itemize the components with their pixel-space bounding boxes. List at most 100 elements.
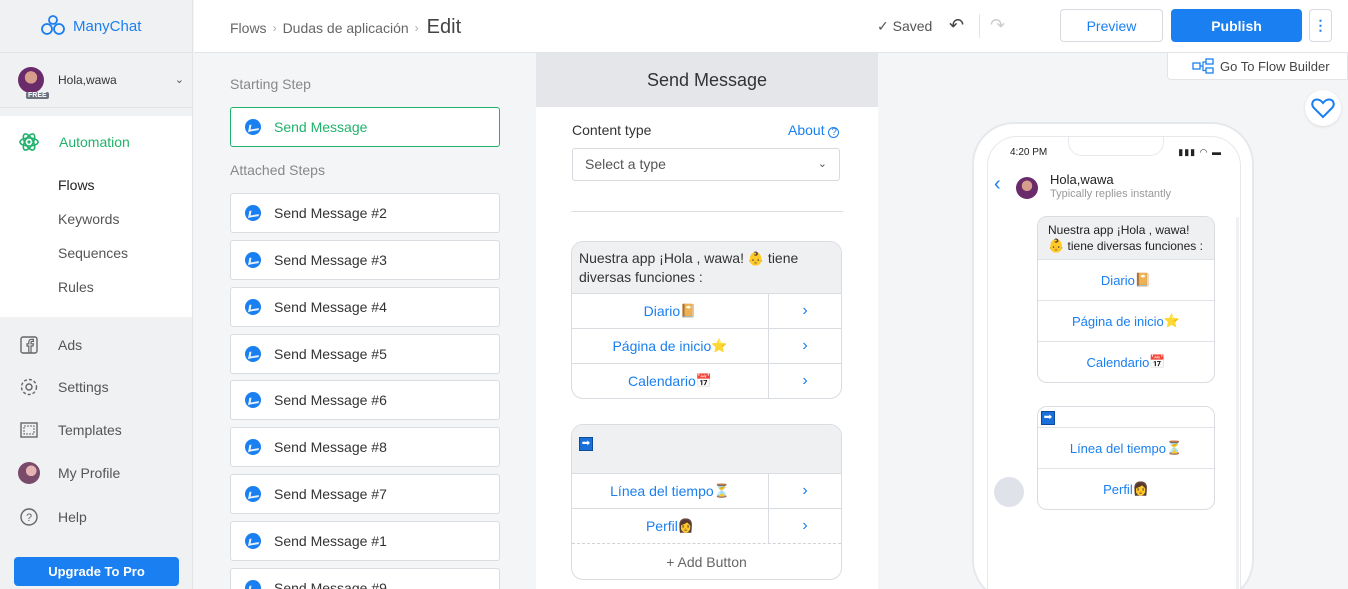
profile-avatar [18, 462, 40, 484]
chat-button[interactable]: Línea del tiempo ⏳ [1038, 427, 1214, 468]
more-options-icon[interactable]: ⋮ [1309, 9, 1332, 42]
sidebar-item-help[interactable]: ? Help [0, 500, 192, 534]
breadcrumb-flow-name[interactable]: Dudas de aplicación [283, 20, 409, 36]
add-button[interactable]: + Add Button [572, 543, 841, 579]
chevron-right-icon[interactable]: › [769, 474, 841, 508]
publish-button[interactable]: Publish [1171, 9, 1302, 42]
message-text-part: tiene diversas funciones : [1064, 239, 1203, 253]
message-button[interactable]: Página de inicio ⭐ › [572, 328, 841, 363]
go-to-flow-builder-button[interactable]: Go To Flow Builder [1167, 53, 1348, 80]
account-switcher[interactable]: FREE Hola,wawa ⌄ [0, 53, 192, 108]
chevron-right-icon: › [414, 20, 419, 35]
chat-button[interactable]: Página de inicio ⭐ [1038, 300, 1214, 341]
top-bar: Flows › Dudas de aplicación › Edit ✓ Sav… [194, 0, 1348, 53]
about-link[interactable]: About ? [788, 122, 840, 138]
save-status-label: Saved [892, 18, 933, 34]
attached-step[interactable]: Send Message #6 [230, 380, 500, 420]
flow-builder-icon [1192, 58, 1214, 74]
notebook-emoji: 📔 [680, 303, 697, 318]
baby-emoji: 👶 [1048, 238, 1065, 253]
starting-step-label: Starting Step [230, 76, 311, 92]
manychat-logo-icon [41, 15, 65, 35]
message-button[interactable]: Calendario 📅 › [572, 363, 841, 398]
chevron-right-icon[interactable]: › [769, 509, 841, 543]
calendar-emoji: 📅 [1149, 354, 1166, 369]
breadcrumb-flows[interactable]: Flows [230, 20, 267, 36]
phone-preview: 4:20 PM ▮▮▮ ◠ ▬ ‹ Hola,wawa Typically re… [972, 122, 1254, 589]
facebook-icon [18, 334, 40, 356]
sidebar-item-automation[interactable]: Automation [0, 116, 192, 168]
app-name: ManyChat [73, 17, 142, 35]
about-label: About [788, 122, 825, 138]
phone-screen: 4:20 PM ▮▮▮ ◠ ▬ ‹ Hola,wawa Typically re… [987, 136, 1241, 589]
chevron-down-icon: ⌄ [174, 74, 184, 86]
message-text-part: Nuestra app ¡Hola , wawa! [1048, 223, 1190, 237]
message-button[interactable]: Diario 📔 › [572, 293, 841, 328]
preview-button[interactable]: Preview [1060, 9, 1163, 42]
sidebar-item-my-profile[interactable]: My Profile [0, 456, 192, 490]
chevron-right-icon[interactable]: › [769, 294, 841, 328]
messenger-icon [245, 346, 261, 362]
undo-icon[interactable]: ↶ [949, 15, 964, 36]
attached-step[interactable]: Send Message #2 [230, 193, 500, 233]
templates-icon [18, 419, 40, 441]
upgrade-button[interactable]: Upgrade To Pro [14, 557, 179, 586]
flow-builder-label: Go To Flow Builder [1220, 58, 1330, 74]
sidebar-item-flows[interactable]: Flows [0, 168, 192, 202]
chat-message: ➡ Línea del tiempo ⏳ Perfil 👩 [1037, 406, 1215, 510]
attached-step[interactable]: Send Message #7 [230, 474, 500, 514]
baby-emoji: 👶 [747, 251, 765, 266]
button-label: Calendario [628, 373, 696, 389]
content-type-select[interactable]: Select a type ⌄ [572, 148, 840, 181]
check-icon: ✓ [877, 18, 889, 34]
step-label: Send Message #1 [274, 533, 387, 549]
contact-status: Typically replies instantly [1050, 188, 1172, 200]
chat-message: Nuestra app ¡Hola , wawa! 👶 tiene diversa… [1037, 216, 1215, 383]
user-avatar [994, 477, 1024, 507]
app-logo[interactable]: ManyChat [0, 0, 192, 53]
chat-button[interactable]: Perfil 👩 [1038, 468, 1214, 509]
sidebar-item-sequences[interactable]: Sequences [0, 236, 192, 270]
starting-step[interactable]: Send Message [230, 107, 500, 147]
sidebar-item-keywords[interactable]: Keywords [0, 202, 192, 236]
chat-message-text: Nuestra app ¡Hola , wawa! 👶 tiene diversa… [1038, 217, 1214, 259]
chevron-right-icon[interactable]: › [769, 329, 841, 363]
scrollbar[interactable] [1236, 217, 1239, 589]
chat-button[interactable]: Calendario 📅 [1038, 341, 1214, 382]
button-label: Diario [1100, 272, 1135, 288]
sidebar-item-ads[interactable]: Ads [0, 328, 192, 362]
step-label: Send Message [274, 119, 368, 135]
attached-step[interactable]: Send Message #9 [230, 568, 500, 589]
chevron-left-icon[interactable]: ‹ [994, 173, 1001, 196]
chevron-right-icon[interactable]: › [769, 364, 841, 398]
message-button[interactable]: Línea del tiempo ⏳ › [572, 473, 841, 508]
attached-step[interactable]: Send Message #4 [230, 287, 500, 327]
message-button[interactable]: Perfil 👩 › [572, 508, 841, 543]
content-type-label: Content type [572, 122, 652, 138]
heart-icon[interactable] [1305, 90, 1341, 126]
redo-icon[interactable]: ↷ [990, 15, 1005, 36]
chat-button[interactable]: Diario 📔 [1038, 259, 1214, 300]
help-icon: ? [18, 506, 40, 528]
button-label: Línea del tiempo [1069, 440, 1166, 456]
sidebar-item-rules[interactable]: Rules [0, 270, 192, 304]
attached-step[interactable]: Send Message #3 [230, 240, 500, 280]
select-value: Select a type [585, 156, 666, 172]
message-editor: Send Message Content type About ? Select… [536, 53, 878, 589]
phone-notch [1068, 137, 1164, 156]
message-card[interactable]: Nuestra app ¡Hola , wawa! 👶 tiene divers… [571, 241, 842, 399]
attached-step[interactable]: Send Message #8 [230, 427, 500, 467]
step-label: Send Message #6 [274, 392, 387, 408]
sidebar-item-settings[interactable]: Settings [0, 370, 192, 404]
svg-text:?: ? [26, 512, 32, 524]
contact-name: Hola,wawa [1050, 172, 1114, 187]
sidebar-item-templates[interactable]: Templates [0, 413, 192, 447]
attached-step[interactable]: Send Message #1 [230, 521, 500, 561]
attached-step[interactable]: Send Message #5 [230, 334, 500, 374]
notebook-emoji: 📔 [1134, 272, 1152, 287]
message-card[interactable]: ➡ Línea del tiempo ⏳ › Perfil 👩 › + Add Butt… [571, 424, 842, 580]
chevron-down-icon: ⌄ [817, 158, 827, 170]
message-text[interactable]: Nuestra app ¡Hola , wawa! 👶 tiene divers… [572, 242, 841, 293]
button-label: Calendario [1086, 354, 1150, 370]
message-text[interactable]: ➡ [572, 425, 841, 473]
